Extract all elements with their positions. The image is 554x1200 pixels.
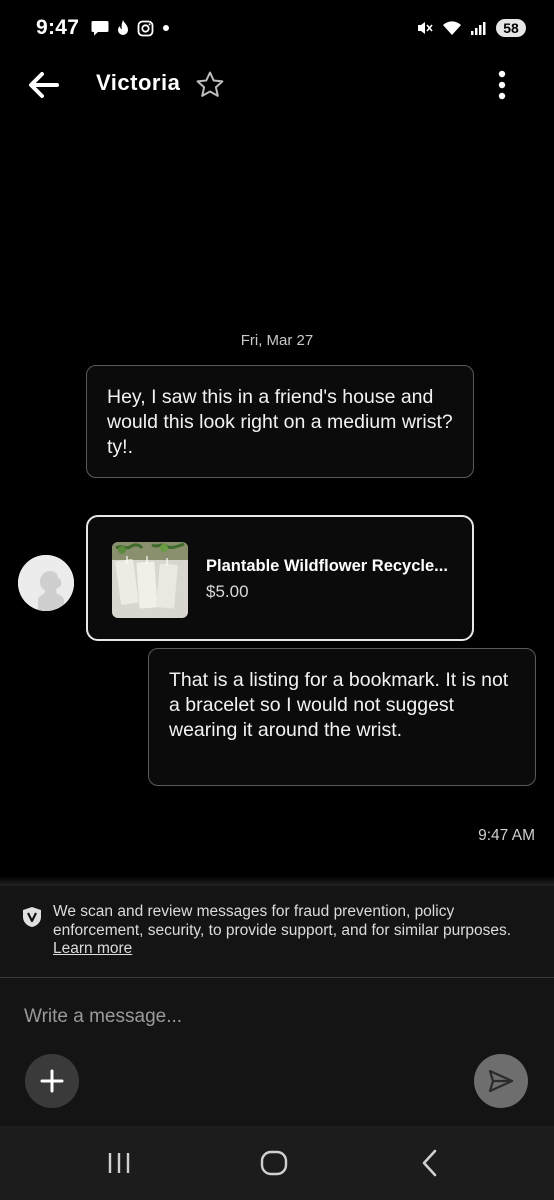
chat-bubble-icon: [91, 21, 109, 36]
conversation-header: Victoria: [0, 56, 554, 116]
system-icons: 58: [416, 19, 526, 37]
star-outline-icon: [196, 71, 224, 97]
instagram-icon: [137, 20, 154, 36]
tinder-flame-icon: [118, 20, 129, 35]
listing-card[interactable]: Plantable Wildflower Recycle... $5.00: [86, 515, 474, 641]
recent-apps-icon: [108, 1153, 130, 1173]
home-icon: [260, 1150, 288, 1176]
system-nav-bar: [0, 1126, 554, 1200]
mute-icon: [418, 22, 433, 34]
outgoing-message-bubble: That is a listing for a bookmark. It is …: [148, 648, 536, 786]
message-input[interactable]: [24, 1000, 524, 1034]
notice-text-container: We scan and review messages for fraud pr…: [53, 903, 533, 959]
more-vertical-icon: [498, 70, 506, 100]
system-back-button[interactable]: [410, 1146, 450, 1180]
notification-icons: [91, 19, 172, 37]
home-button[interactable]: [254, 1146, 294, 1180]
contact-name: Victoria: [96, 70, 181, 95]
chevron-left-icon: [422, 1149, 437, 1177]
dot-icon: [163, 25, 170, 31]
avatar[interactable]: [18, 555, 74, 611]
send-button[interactable]: [474, 1054, 528, 1108]
back-button[interactable]: [24, 68, 62, 102]
message-timestamp: 9:47 AM: [478, 827, 535, 844]
add-attachment-button[interactable]: [25, 1054, 79, 1108]
listing-thumbnail: [112, 542, 188, 618]
learn-more-link[interactable]: Learn more: [53, 940, 132, 957]
listing-price: $5.00: [206, 582, 249, 601]
back-arrow-icon: [29, 72, 59, 98]
shield-icon: [22, 906, 42, 928]
wifi-icon: [443, 21, 461, 35]
incoming-message-bubble: Hey, I saw this in a friend's house and …: [86, 365, 474, 478]
send-icon: [488, 1069, 514, 1093]
status-bar: 9:47 58: [0, 0, 554, 56]
battery-indicator: 58: [496, 19, 526, 37]
message-composer: [0, 978, 554, 1126]
status-time: 9:47: [36, 16, 80, 39]
signal-icon: [471, 22, 486, 35]
notice-text: We scan and review messages for fraud pr…: [53, 903, 512, 939]
listing-title: Plantable Wildflower Recycle...: [206, 557, 448, 575]
bookmark-product-image: [112, 542, 188, 618]
recent-apps-button[interactable]: [99, 1146, 139, 1180]
default-avatar-icon: [18, 555, 74, 611]
security-notice: We scan and review messages for fraud pr…: [0, 886, 554, 978]
date-separator: Fri, Mar 27: [240, 332, 314, 349]
favorite-button[interactable]: [194, 69, 226, 101]
plus-icon: [40, 1069, 64, 1093]
more-options-button[interactable]: [488, 68, 516, 102]
